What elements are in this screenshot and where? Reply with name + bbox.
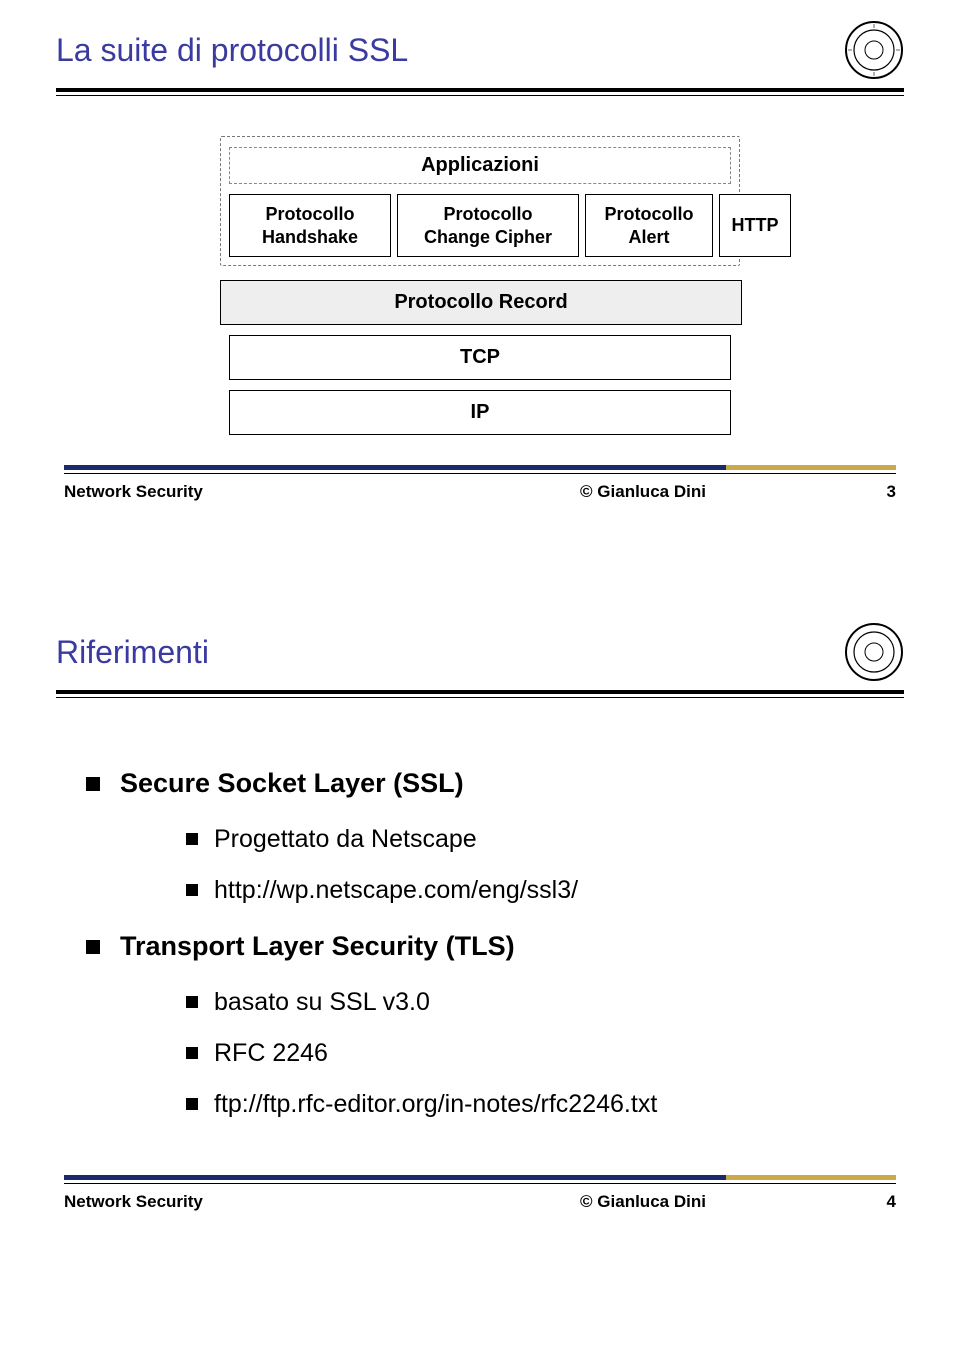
square-bullet-icon [186, 996, 198, 1008]
square-bullet-icon [186, 1098, 198, 1110]
slide-header: La suite di protocolli SSL [0, 0, 960, 80]
ssl-sub1-text: Progettato da Netscape [214, 825, 477, 854]
alert-protocol-box: Protocollo Alert [585, 194, 713, 257]
record-protocol-box: Protocollo Record [220, 280, 742, 325]
handshake-line2: Handshake [262, 226, 358, 249]
bullet-tls-sub1: basato su SSL v3.0 [186, 988, 904, 1017]
tls-sublist: basato su SSL v3.0 RFC 2246 ftp://ftp.rf… [186, 988, 904, 1119]
square-bullet-icon [186, 833, 198, 845]
applications-label: Applicazioni [229, 147, 731, 184]
university-seal-icon [844, 622, 904, 682]
footer-page-number: 3 [836, 482, 896, 502]
tls-sub1-text: basato su SSL v3.0 [214, 988, 430, 1017]
tls-sub3-text: ftp://ftp.rfc-editor.org/in-notes/rfc224… [214, 1090, 657, 1119]
ip-box: IP [229, 390, 731, 435]
slide-header: Riferimenti [0, 602, 960, 682]
tcp-box: TCP [229, 335, 731, 380]
footer-center: © Gianluca Dini [450, 482, 836, 502]
footer-color-rule [64, 1175, 896, 1180]
slide-2: Riferimenti Secure Socket Layer (SSL) Pr… [0, 602, 960, 1252]
footer-color-rule [64, 465, 896, 470]
footer-center: © Gianluca Dini [450, 1192, 836, 1212]
footer-left: Network Security [64, 1192, 450, 1212]
bullet-tls-sub3: ftp://ftp.rfc-editor.org/in-notes/rfc224… [186, 1090, 904, 1119]
bullet-tls: Transport Layer Security (TLS) [86, 931, 904, 962]
bullet-ssl-sub2: http://wp.netscape.com/eng/ssl3/ [186, 876, 904, 905]
alert-line2: Alert [628, 226, 669, 249]
slide-title: Riferimenti [56, 634, 844, 671]
title-rule [0, 682, 960, 698]
bullet-tls-sub2: RFC 2246 [186, 1039, 904, 1068]
change-line1: Protocollo [444, 203, 533, 226]
ssl-sublist: Progettato da Netscape http://wp.netscap… [186, 825, 904, 905]
square-bullet-icon [86, 777, 100, 791]
http-label: HTTP [732, 214, 779, 237]
square-bullet-icon [86, 940, 100, 954]
slide-content: Secure Socket Layer (SSL) Progettato da … [0, 698, 960, 1175]
slide-footer: Network Security © Gianluca Dini 3 [0, 465, 960, 502]
application-layer-box: Applicazioni Protocollo Handshake Protoc… [220, 136, 740, 266]
ssl-stack-diagram: Applicazioni Protocollo Handshake Protoc… [220, 136, 740, 435]
tls-heading-text: Transport Layer Security (TLS) [120, 931, 515, 962]
slide-content: Applicazioni Protocollo Handshake Protoc… [0, 96, 960, 465]
bullet-ssl: Secure Socket Layer (SSL) [86, 768, 904, 799]
title-rule [0, 80, 960, 96]
http-box: HTTP [719, 194, 791, 257]
alert-line1: Protocollo [605, 203, 694, 226]
handshake-line1: Protocollo [266, 203, 355, 226]
square-bullet-icon [186, 1047, 198, 1059]
footer-page-number: 4 [836, 1192, 896, 1212]
footer-left: Network Security [64, 482, 450, 502]
change-cipher-protocol-box: Protocollo Change Cipher [397, 194, 579, 257]
footer-text: Network Security © Gianluca Dini 3 [64, 482, 896, 502]
slide-1: La suite di protocolli SSL Applicazioni … [0, 0, 960, 542]
ssl-sub2-text: http://wp.netscape.com/eng/ssl3/ [214, 876, 578, 905]
ssl-heading-text: Secure Socket Layer (SSL) [120, 768, 464, 799]
bullet-ssl-sub1: Progettato da Netscape [186, 825, 904, 854]
slide-title: La suite di protocolli SSL [56, 32, 844, 69]
slide-footer: Network Security © Gianluca Dini 4 [0, 1175, 960, 1212]
change-line2: Change Cipher [424, 226, 552, 249]
tls-sub2-text: RFC 2246 [214, 1039, 328, 1068]
footer-text: Network Security © Gianluca Dini 4 [64, 1192, 896, 1212]
university-seal-icon [844, 20, 904, 80]
bullet-list: Secure Socket Layer (SSL) Progettato da … [86, 768, 904, 1119]
handshake-protocol-box: Protocollo Handshake [229, 194, 391, 257]
square-bullet-icon [186, 884, 198, 896]
ssl-subprotocols-row: Protocollo Handshake Protocollo Change C… [229, 194, 731, 257]
